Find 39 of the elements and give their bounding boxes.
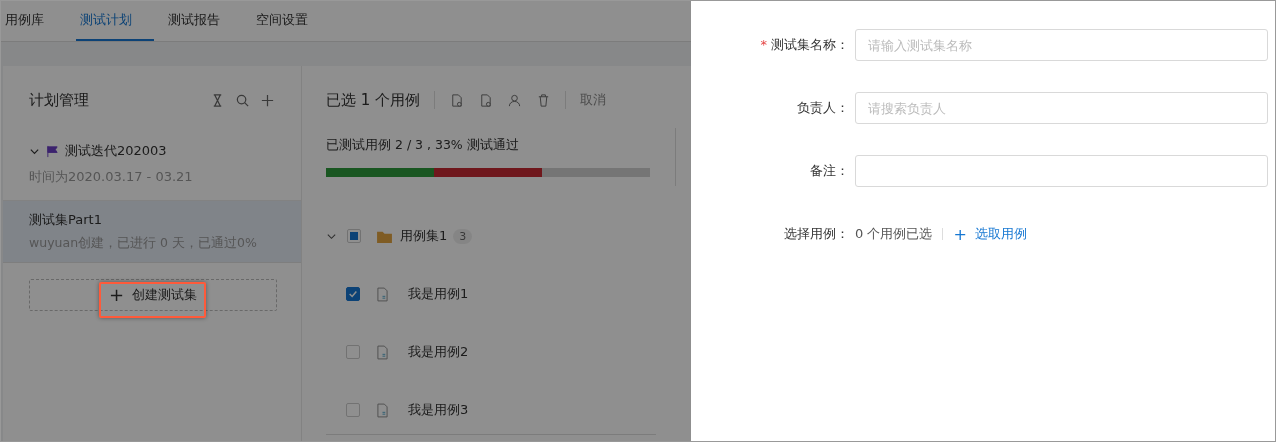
panel-title: 计划管理 — [29, 90, 90, 110]
progress-text: 已测试用例 2 / 3 , 33% 测试通过 — [326, 137, 520, 154]
checkbox[interactable] — [346, 287, 360, 301]
document-icon — [377, 402, 388, 418]
flag-icon — [46, 144, 59, 158]
add-icon[interactable] — [260, 92, 275, 108]
nav-tab[interactable]: 空间设置 — [252, 1, 330, 41]
checkbox[interactable] — [346, 403, 360, 417]
user-icon[interactable] — [507, 92, 523, 108]
document-icon[interactable] — [449, 92, 465, 108]
nav-tab[interactable]: 测试报告 — [164, 1, 242, 41]
selected-count: 0 个用例已选 — [855, 225, 933, 243]
nav-tab[interactable]: 用例库 — [1, 1, 66, 41]
field-label: 负责人： — [796, 99, 850, 117]
selection-title: 已选 1 个用例 — [326, 90, 421, 110]
field-label: * 测试集名称： — [759, 36, 850, 54]
select-cases-link[interactable]: + 选取用例 — [953, 224, 1027, 244]
nav-tab[interactable]: 测试计划 — [76, 1, 154, 41]
input-field[interactable]: 请输入测试集名称 — [855, 29, 1268, 61]
cancel-link[interactable]: 取消 — [580, 91, 607, 109]
count-badge: 3 — [453, 228, 473, 244]
checkbox[interactable] — [347, 229, 361, 243]
input-field[interactable] — [855, 155, 1268, 187]
document-icon[interactable] — [478, 92, 494, 108]
check-icon — [348, 289, 358, 299]
input-field[interactable]: 请搜索负责人 — [855, 92, 1268, 124]
case-name[interactable]: 我是用例2 — [408, 343, 469, 361]
create-test-set-button[interactable]: + 创建测试集 — [108, 286, 198, 304]
field-label: 选择用例： — [783, 225, 850, 243]
case-name[interactable]: 我是用例1 — [408, 285, 469, 303]
folder-name[interactable]: 用例集1 — [400, 227, 448, 245]
field-label: 备注： — [809, 162, 850, 180]
iteration-name[interactable]: 测试迭代202003 — [65, 142, 167, 160]
checkbox[interactable] — [346, 345, 360, 359]
document-icon — [377, 286, 388, 302]
folder-icon — [377, 229, 392, 243]
search-icon[interactable] — [235, 92, 250, 108]
document-icon — [377, 344, 388, 360]
case-name[interactable]: 我是用例3 — [408, 401, 469, 419]
